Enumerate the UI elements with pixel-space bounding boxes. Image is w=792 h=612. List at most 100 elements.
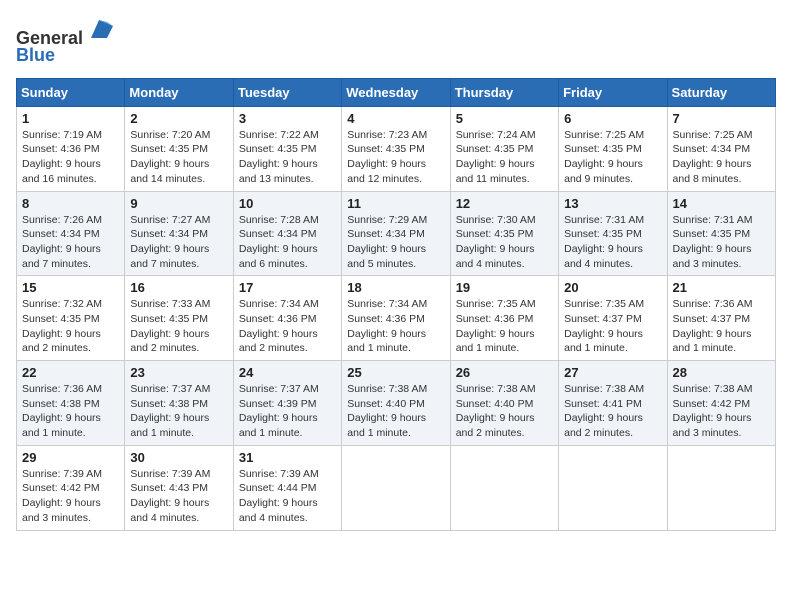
calendar-day-cell: 31 Sunrise: 7:39 AM Sunset: 4:44 PM Dayl… [233, 445, 341, 530]
day-number: 2 [130, 111, 227, 126]
calendar-day-cell: 20 Sunrise: 7:35 AM Sunset: 4:37 PM Dayl… [559, 276, 667, 361]
calendar-day-cell: 17 Sunrise: 7:34 AM Sunset: 4:36 PM Dayl… [233, 276, 341, 361]
day-of-week-header: Wednesday [342, 78, 450, 106]
day-number: 17 [239, 280, 336, 295]
day-info: Sunrise: 7:26 AM Sunset: 4:34 PM Dayligh… [22, 213, 119, 272]
calendar-week-row: 8 Sunrise: 7:26 AM Sunset: 4:34 PM Dayli… [17, 191, 776, 276]
day-number: 19 [456, 280, 553, 295]
day-number: 16 [130, 280, 227, 295]
day-number: 9 [130, 196, 227, 211]
day-info: Sunrise: 7:38 AM Sunset: 4:42 PM Dayligh… [673, 382, 770, 441]
day-number: 22 [22, 365, 119, 380]
day-of-week-header: Saturday [667, 78, 775, 106]
calendar-week-row: 1 Sunrise: 7:19 AM Sunset: 4:36 PM Dayli… [17, 106, 776, 191]
calendar-day-cell [667, 445, 775, 530]
day-number: 13 [564, 196, 661, 211]
day-number: 29 [22, 450, 119, 465]
calendar-header-row: SundayMondayTuesdayWednesdayThursdayFrid… [17, 78, 776, 106]
calendar-day-cell: 30 Sunrise: 7:39 AM Sunset: 4:43 PM Dayl… [125, 445, 233, 530]
calendar-day-cell: 19 Sunrise: 7:35 AM Sunset: 4:36 PM Dayl… [450, 276, 558, 361]
day-of-week-header: Tuesday [233, 78, 341, 106]
day-info: Sunrise: 7:27 AM Sunset: 4:34 PM Dayligh… [130, 213, 227, 272]
calendar-day-cell: 29 Sunrise: 7:39 AM Sunset: 4:42 PM Dayl… [17, 445, 125, 530]
day-info: Sunrise: 7:25 AM Sunset: 4:35 PM Dayligh… [564, 128, 661, 187]
calendar-day-cell: 11 Sunrise: 7:29 AM Sunset: 4:34 PM Dayl… [342, 191, 450, 276]
calendar-day-cell: 18 Sunrise: 7:34 AM Sunset: 4:36 PM Dayl… [342, 276, 450, 361]
logo-icon [85, 16, 113, 44]
day-of-week-header: Friday [559, 78, 667, 106]
day-info: Sunrise: 7:38 AM Sunset: 4:41 PM Dayligh… [564, 382, 661, 441]
day-info: Sunrise: 7:20 AM Sunset: 4:35 PM Dayligh… [130, 128, 227, 187]
day-info: Sunrise: 7:35 AM Sunset: 4:37 PM Dayligh… [564, 297, 661, 356]
day-info: Sunrise: 7:35 AM Sunset: 4:36 PM Dayligh… [456, 297, 553, 356]
calendar-day-cell: 9 Sunrise: 7:27 AM Sunset: 4:34 PM Dayli… [125, 191, 233, 276]
day-info: Sunrise: 7:34 AM Sunset: 4:36 PM Dayligh… [347, 297, 444, 356]
day-number: 30 [130, 450, 227, 465]
calendar-day-cell [450, 445, 558, 530]
day-info: Sunrise: 7:23 AM Sunset: 4:35 PM Dayligh… [347, 128, 444, 187]
calendar-table: SundayMondayTuesdayWednesdayThursdayFrid… [16, 78, 776, 531]
day-info: Sunrise: 7:39 AM Sunset: 4:42 PM Dayligh… [22, 467, 119, 526]
calendar-day-cell: 12 Sunrise: 7:30 AM Sunset: 4:35 PM Dayl… [450, 191, 558, 276]
day-of-week-header: Sunday [17, 78, 125, 106]
calendar-day-cell [342, 445, 450, 530]
calendar-week-row: 22 Sunrise: 7:36 AM Sunset: 4:38 PM Dayl… [17, 361, 776, 446]
calendar-day-cell: 10 Sunrise: 7:28 AM Sunset: 4:34 PM Dayl… [233, 191, 341, 276]
day-info: Sunrise: 7:31 AM Sunset: 4:35 PM Dayligh… [673, 213, 770, 272]
day-info: Sunrise: 7:36 AM Sunset: 4:37 PM Dayligh… [673, 297, 770, 356]
calendar-day-cell: 3 Sunrise: 7:22 AM Sunset: 4:35 PM Dayli… [233, 106, 341, 191]
calendar-day-cell [559, 445, 667, 530]
calendar-day-cell: 15 Sunrise: 7:32 AM Sunset: 4:35 PM Dayl… [17, 276, 125, 361]
day-info: Sunrise: 7:39 AM Sunset: 4:44 PM Dayligh… [239, 467, 336, 526]
calendar-day-cell: 22 Sunrise: 7:36 AM Sunset: 4:38 PM Dayl… [17, 361, 125, 446]
day-info: Sunrise: 7:32 AM Sunset: 4:35 PM Dayligh… [22, 297, 119, 356]
day-number: 27 [564, 365, 661, 380]
calendar-day-cell: 14 Sunrise: 7:31 AM Sunset: 4:35 PM Dayl… [667, 191, 775, 276]
calendar-body: 1 Sunrise: 7:19 AM Sunset: 4:36 PM Dayli… [17, 106, 776, 530]
calendar-day-cell: 13 Sunrise: 7:31 AM Sunset: 4:35 PM Dayl… [559, 191, 667, 276]
day-info: Sunrise: 7:30 AM Sunset: 4:35 PM Dayligh… [456, 213, 553, 272]
logo: General Blue [16, 16, 113, 66]
day-info: Sunrise: 7:38 AM Sunset: 4:40 PM Dayligh… [347, 382, 444, 441]
day-number: 8 [22, 196, 119, 211]
page-header: General Blue [16, 16, 776, 66]
day-number: 6 [564, 111, 661, 126]
day-info: Sunrise: 7:24 AM Sunset: 4:35 PM Dayligh… [456, 128, 553, 187]
day-info: Sunrise: 7:34 AM Sunset: 4:36 PM Dayligh… [239, 297, 336, 356]
day-number: 5 [456, 111, 553, 126]
calendar-week-row: 15 Sunrise: 7:32 AM Sunset: 4:35 PM Dayl… [17, 276, 776, 361]
day-number: 20 [564, 280, 661, 295]
calendar-day-cell: 23 Sunrise: 7:37 AM Sunset: 4:38 PM Dayl… [125, 361, 233, 446]
day-number: 23 [130, 365, 227, 380]
day-number: 4 [347, 111, 444, 126]
day-number: 3 [239, 111, 336, 126]
calendar-day-cell: 5 Sunrise: 7:24 AM Sunset: 4:35 PM Dayli… [450, 106, 558, 191]
day-number: 7 [673, 111, 770, 126]
calendar-day-cell: 1 Sunrise: 7:19 AM Sunset: 4:36 PM Dayli… [17, 106, 125, 191]
day-number: 18 [347, 280, 444, 295]
day-of-week-header: Thursday [450, 78, 558, 106]
calendar-day-cell: 4 Sunrise: 7:23 AM Sunset: 4:35 PM Dayli… [342, 106, 450, 191]
day-info: Sunrise: 7:22 AM Sunset: 4:35 PM Dayligh… [239, 128, 336, 187]
day-of-week-header: Monday [125, 78, 233, 106]
day-number: 14 [673, 196, 770, 211]
day-info: Sunrise: 7:38 AM Sunset: 4:40 PM Dayligh… [456, 382, 553, 441]
calendar-day-cell: 8 Sunrise: 7:26 AM Sunset: 4:34 PM Dayli… [17, 191, 125, 276]
calendar-day-cell: 25 Sunrise: 7:38 AM Sunset: 4:40 PM Dayl… [342, 361, 450, 446]
day-info: Sunrise: 7:36 AM Sunset: 4:38 PM Dayligh… [22, 382, 119, 441]
calendar-day-cell: 21 Sunrise: 7:36 AM Sunset: 4:37 PM Dayl… [667, 276, 775, 361]
day-info: Sunrise: 7:29 AM Sunset: 4:34 PM Dayligh… [347, 213, 444, 272]
day-info: Sunrise: 7:28 AM Sunset: 4:34 PM Dayligh… [239, 213, 336, 272]
logo-text: General [16, 16, 113, 49]
day-info: Sunrise: 7:37 AM Sunset: 4:39 PM Dayligh… [239, 382, 336, 441]
day-number: 1 [22, 111, 119, 126]
calendar-day-cell: 7 Sunrise: 7:25 AM Sunset: 4:34 PM Dayli… [667, 106, 775, 191]
calendar-day-cell: 27 Sunrise: 7:38 AM Sunset: 4:41 PM Dayl… [559, 361, 667, 446]
day-number: 11 [347, 196, 444, 211]
day-number: 31 [239, 450, 336, 465]
day-info: Sunrise: 7:37 AM Sunset: 4:38 PM Dayligh… [130, 382, 227, 441]
day-number: 12 [456, 196, 553, 211]
day-number: 21 [673, 280, 770, 295]
day-info: Sunrise: 7:25 AM Sunset: 4:34 PM Dayligh… [673, 128, 770, 187]
day-number: 15 [22, 280, 119, 295]
